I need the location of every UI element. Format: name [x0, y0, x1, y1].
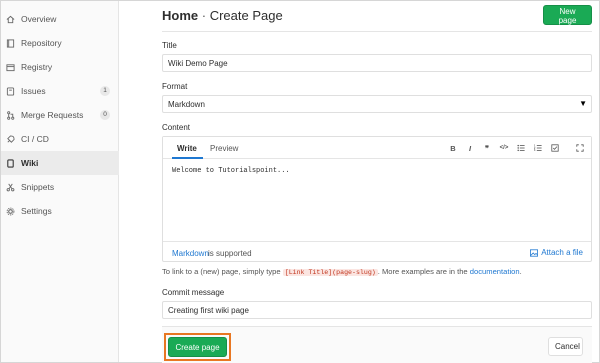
documentation-link[interactable]: documentation [470, 267, 520, 276]
markdown-link[interactable]: Markdown [172, 249, 209, 258]
commit-message-label: Commit message [162, 288, 225, 297]
content-editor: Write Preview B I ❞ </> 123 Welcome to T… [162, 136, 592, 262]
active-tab-indicator [172, 157, 203, 159]
image-icon [530, 248, 539, 257]
new-page-button[interactable]: New page [543, 5, 592, 25]
format-select[interactable]: Markdown ▼ [162, 95, 592, 113]
quote-icon[interactable]: ❞ [482, 143, 492, 153]
sidebar-item-label: Repository [21, 38, 62, 48]
sidebar-item-ci-cd[interactable]: CI / CD [1, 127, 119, 151]
content-label: Content [162, 123, 191, 132]
sidebar-item-wiki[interactable]: Wiki [1, 151, 119, 175]
book-closed-icon [6, 158, 15, 168]
task-list-icon[interactable] [550, 143, 560, 153]
home-icon [6, 15, 15, 24]
sidebar-item-issues[interactable]: Issues 1 [1, 79, 119, 103]
code-icon[interactable]: </> [499, 143, 509, 153]
breadcrumb-home[interactable]: Home [162, 8, 198, 23]
help-code: [Link Title](page-slug) [282, 269, 378, 276]
markdown-support-text: is supported [208, 249, 252, 258]
markdown-toolbar: B I ❞ </> 123 [448, 143, 585, 153]
sidebar: Overview Repository Registry Issues 1 Me… [1, 1, 119, 362]
editor-tabs: Write Preview B I ❞ </> 123 [163, 137, 591, 159]
svg-text:3: 3 [534, 149, 536, 152]
create-page-button[interactable]: Create page [168, 337, 227, 357]
sidebar-item-label: Issues [21, 86, 46, 96]
sidebar-item-label: Settings [21, 206, 52, 216]
content-textarea-value: Welcome to Tutorialspoint... [172, 167, 290, 175]
sidebar-item-label: Overview [21, 14, 57, 24]
sidebar-item-snippets[interactable]: Snippets [1, 175, 119, 199]
cancel-button[interactable]: Cancel [548, 337, 583, 356]
issues-count-badge: 1 [100, 86, 110, 96]
container-icon [6, 63, 15, 72]
caret-down-icon: ▼ [579, 99, 587, 108]
scissors-icon [6, 183, 15, 192]
tab-preview[interactable]: Preview [210, 144, 238, 153]
fullscreen-icon[interactable] [575, 143, 585, 153]
page-title-text: Create Page [209, 8, 283, 23]
editor-footer: Markdown is supported Attach a file [163, 241, 591, 262]
rocket-icon [6, 134, 15, 144]
tab-write[interactable]: Write [177, 144, 197, 153]
bullet-list-icon[interactable] [516, 143, 526, 153]
sidebar-item-label: Wiki [21, 158, 39, 168]
sidebar-item-label: Snippets [21, 182, 55, 192]
sidebar-item-registry[interactable]: Registry [1, 55, 119, 79]
help-middle: . More examples are in the [377, 267, 468, 276]
format-label: Format [162, 82, 188, 91]
issues-icon [6, 86, 15, 96]
help-prefix: To link to a (new) page, simply type [162, 267, 281, 276]
title-input[interactable]: Wiki Demo Page [162, 54, 592, 72]
title-label: Title [162, 41, 177, 50]
merge-request-icon [6, 110, 15, 120]
bold-icon[interactable]: B [448, 143, 458, 153]
attach-file-label: Attach a file [541, 248, 583, 257]
gear-icon [6, 207, 15, 216]
sidebar-item-settings[interactable]: Settings [1, 199, 119, 223]
sidebar-item-label: Registry [21, 62, 53, 72]
content-textarea[interactable]: Welcome to Tutorialspoint... [163, 160, 591, 240]
main-content: Home · Create Page New page Title Wiki D… [120, 0, 600, 363]
link-help-text: To link to a (new) page, simply type [Li… [162, 267, 522, 276]
help-suffix: . [519, 267, 522, 276]
commit-message-input[interactable]: Creating first wiki page [162, 301, 592, 319]
title-separator: · [201, 8, 207, 23]
attach-file-button[interactable]: Attach a file [530, 248, 583, 257]
title-input-value: Wiki Demo Page [168, 59, 228, 68]
book-icon [6, 38, 15, 48]
sidebar-item-merge-requests[interactable]: Merge Requests 0 [1, 103, 119, 127]
page-title: Home · Create Page [162, 8, 283, 23]
sidebar-item-label: Merge Requests [21, 110, 84, 120]
sidebar-item-repository[interactable]: Repository [1, 31, 119, 55]
numbered-list-icon[interactable]: 123 [533, 143, 543, 153]
commit-message-value: Creating first wiki page [168, 306, 249, 315]
sidebar-item-overview[interactable]: Overview [1, 7, 119, 31]
header-divider [162, 31, 592, 32]
sidebar-item-label: CI / CD [21, 134, 49, 144]
italic-icon[interactable]: I [465, 143, 475, 153]
merge-requests-count-badge: 0 [100, 110, 110, 120]
format-select-value: Markdown [168, 100, 205, 109]
